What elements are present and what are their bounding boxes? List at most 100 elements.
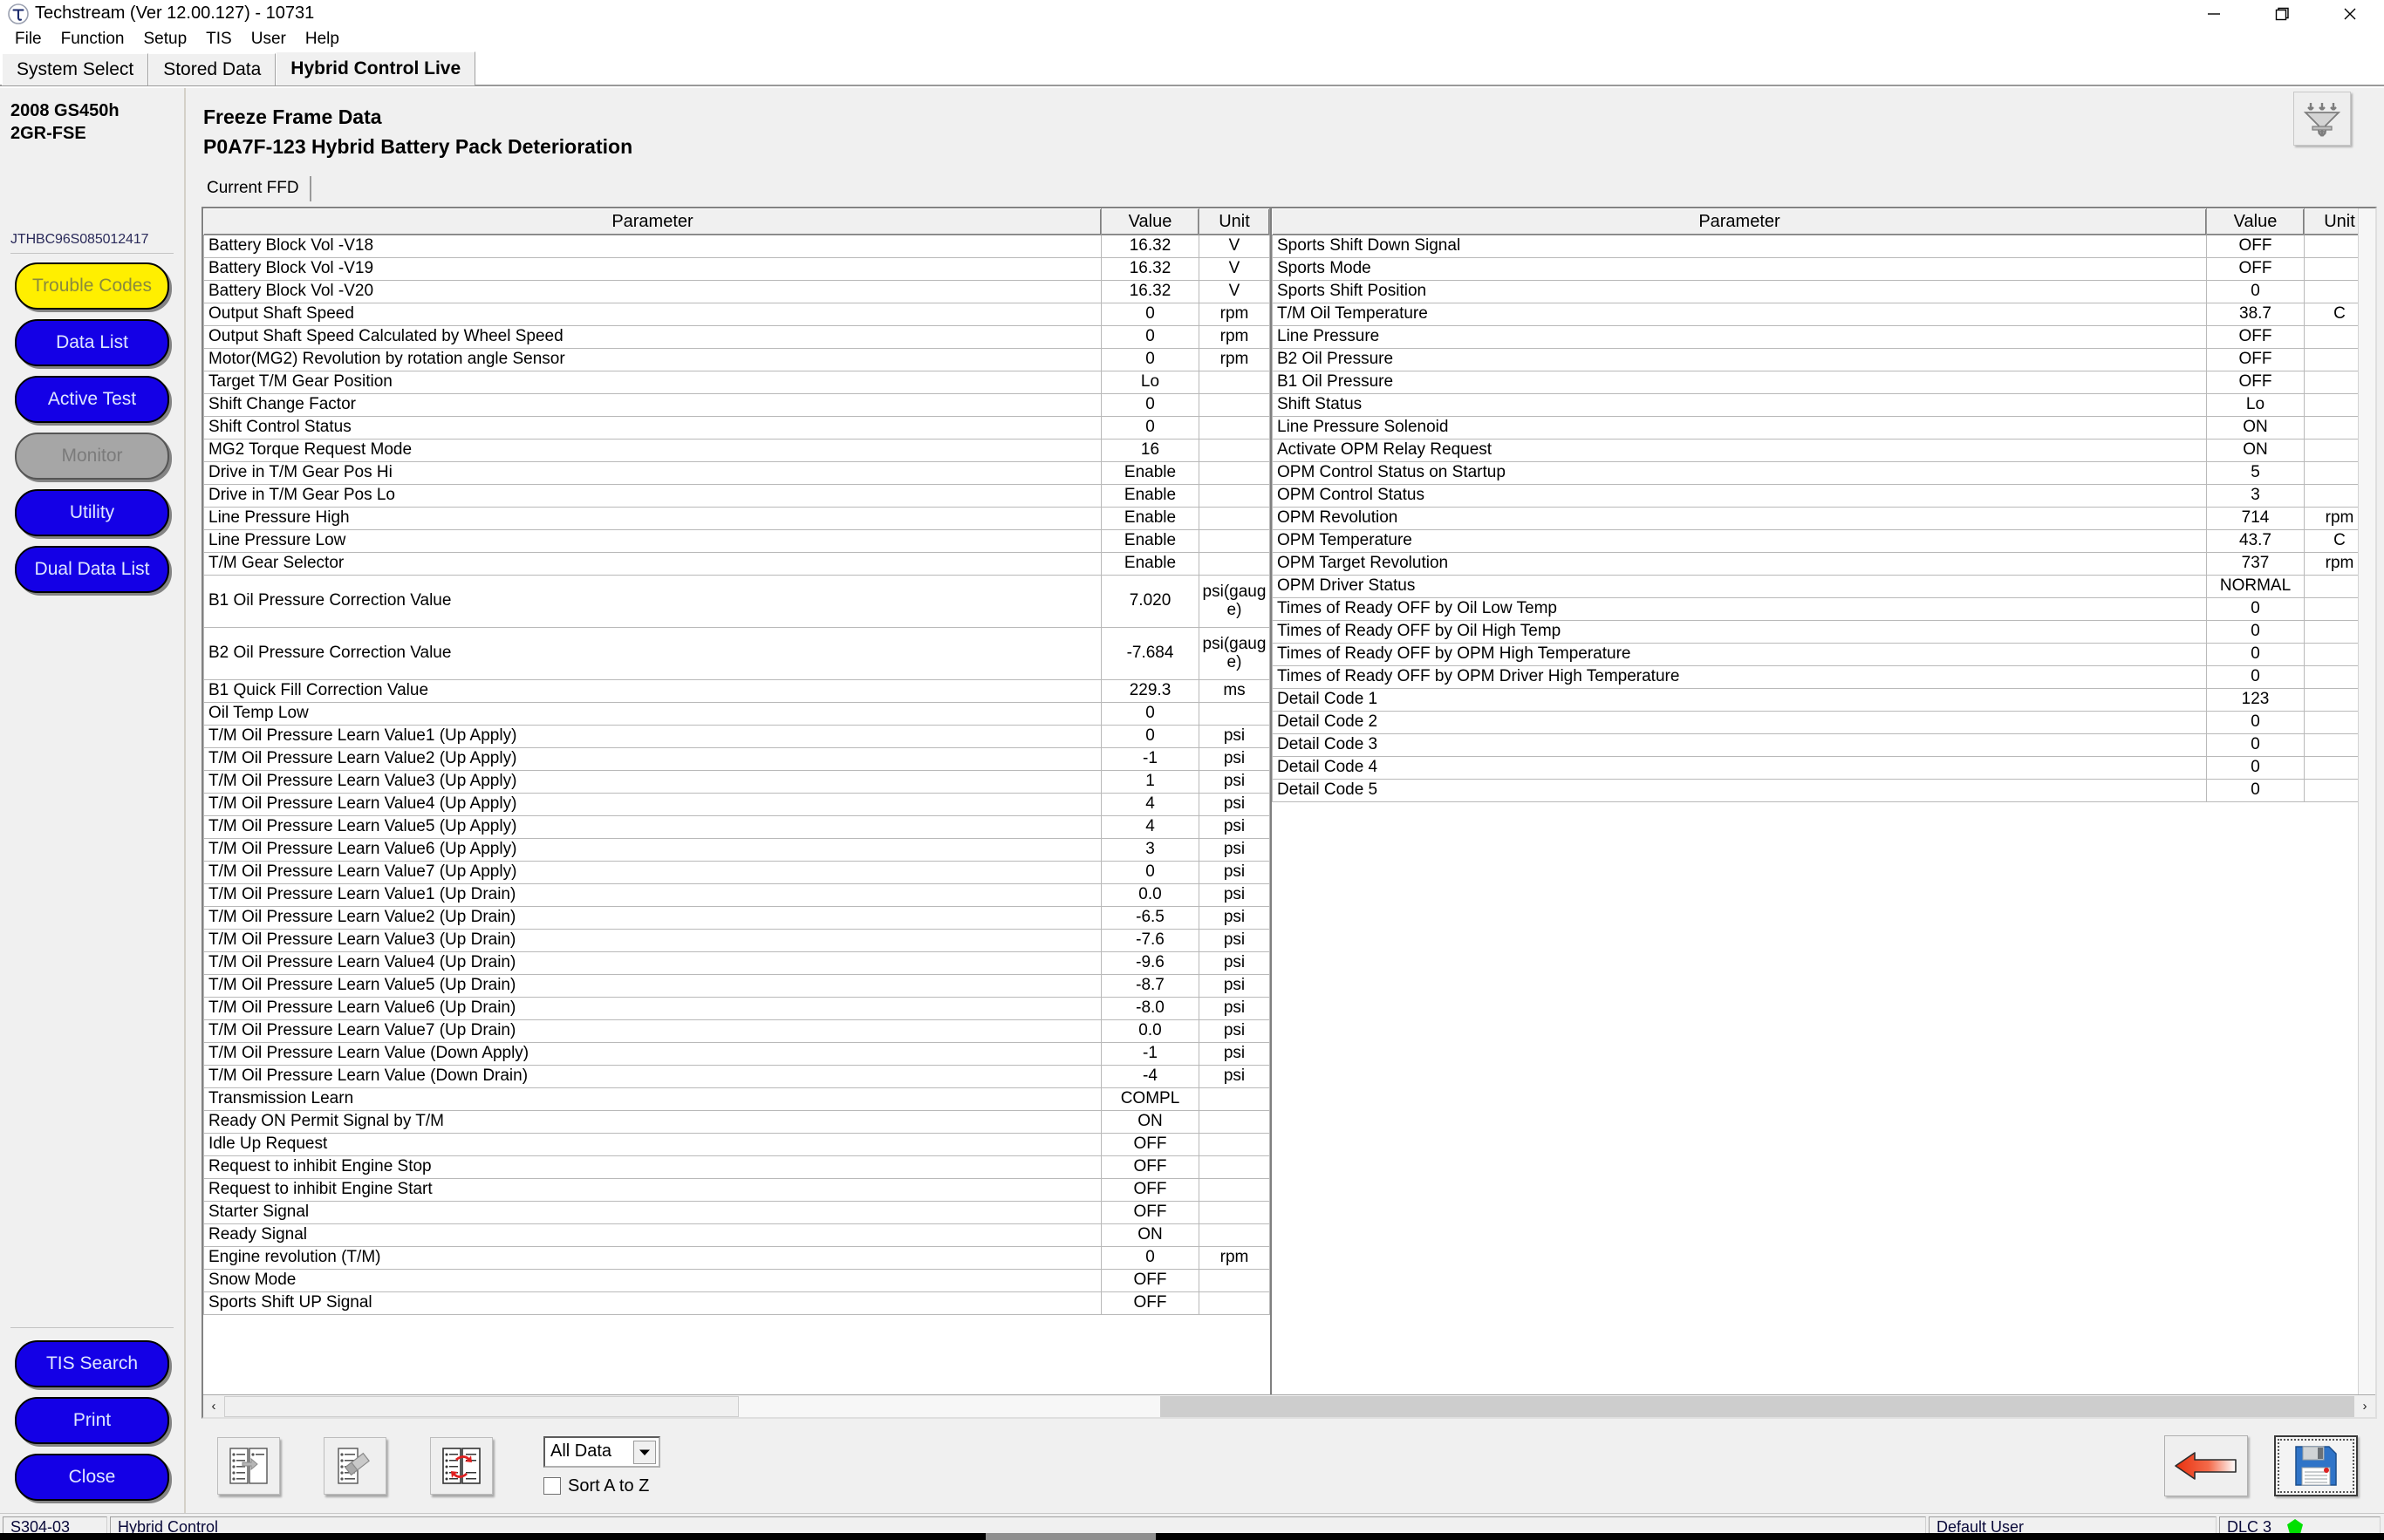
table-row[interactable]: T/M Oil Pressure Learn Value4 (Up Apply)… [203, 792, 1270, 816]
menu-user[interactable]: User [242, 28, 296, 51]
column-header-parameter[interactable]: Parameter [1272, 208, 2207, 235]
table-row[interactable]: OPM Control Status 3 [1272, 483, 2375, 508]
table-row[interactable]: Target T/M Gear Position Lo [203, 370, 1270, 394]
horizontal-scroll-track[interactable] [224, 1395, 1160, 1417]
table-row[interactable]: Battery Block Vol -V19 16.32 V [203, 256, 1270, 281]
table-row[interactable]: OPM Driver Status NORMAL [1272, 574, 2375, 598]
table-row[interactable]: B2 Oil Pressure OFF [1272, 347, 2375, 371]
table-row[interactable]: B1 Oil Pressure Correction Value 7.020 psi… [203, 574, 1270, 628]
table-row[interactable]: B1 Quick Fill Correction Value 229.3 ms [203, 678, 1270, 703]
table-row[interactable]: Detail Code 20 [1272, 710, 2375, 734]
table-row[interactable]: T/M Oil Pressure Learn Value4 (Up Drain)… [203, 951, 1270, 975]
table-row[interactable]: Sports Shift UP Signal OFF [203, 1291, 1270, 1315]
close-panel-button[interactable]: Close [15, 1454, 169, 1501]
table-row[interactable]: Detail Code 40 [1272, 755, 2375, 780]
table-row[interactable]: Sports Shift Down Signal OFF [1272, 234, 2375, 258]
print-button[interactable]: Print [15, 1397, 169, 1444]
floppy-save-icon[interactable] [2274, 1435, 2358, 1496]
sidebar-item-utility[interactable]: Utility [15, 489, 169, 537]
table-row[interactable]: T/M Oil Pressure Learn Value (Down Drain… [203, 1064, 1270, 1088]
table-row[interactable]: Times of Ready OFF by OPM High Temperatu… [1272, 642, 2375, 666]
table-row[interactable]: OPM Target Revolution 737 rpm [1272, 551, 2375, 576]
table-row[interactable]: Detail Code 30 [1272, 733, 2375, 757]
move-list-right-icon[interactable] [217, 1437, 280, 1495]
table-row[interactable]: Detail Code 50 [1272, 778, 2375, 802]
table-row[interactable]: T/M Oil Pressure Learn Value1 (Up Apply)… [203, 724, 1270, 748]
table-row[interactable]: T/M Oil Pressure Learn Value2 (Up Apply)… [203, 746, 1270, 771]
funnel-filter-icon[interactable] [2293, 92, 2351, 146]
table-row[interactable]: Engine revolution (T/M) 0 rpm [203, 1245, 1270, 1270]
table-row[interactable]: T/M Gear Selector Enable [203, 551, 1270, 576]
tab-system-select[interactable]: System Select [2, 53, 149, 85]
table-row[interactable]: OPM Revolution 714 rpm [1272, 506, 2375, 530]
table-row[interactable]: B2 Oil Pressure Correction Value -7.684 ps… [203, 626, 1270, 680]
menu-setup[interactable]: Setup [134, 28, 197, 51]
table-row[interactable]: Sports Shift Position 0 [1272, 279, 2375, 303]
column-header-unit[interactable]: Unit [1199, 208, 1270, 235]
table-row[interactable]: T/M Oil Pressure Learn Value5 (Up Drain)… [203, 973, 1270, 998]
horizontal-scrollbar[interactable]: ‹ › [203, 1394, 2375, 1417]
table-row[interactable]: Times of Ready OFF by Oil High Temp 0 [1272, 619, 2375, 644]
data-filter-select[interactable]: All Data [543, 1435, 660, 1468]
table-row[interactable]: Oil Temp Low 0 [203, 701, 1270, 726]
chevron-down-icon[interactable] [633, 1440, 656, 1464]
table-row[interactable]: T/M Oil Pressure Learn Value7 (Up Apply)… [203, 860, 1270, 884]
table-row[interactable]: T/M Oil Pressure Learn Value6 (Up Apply)… [203, 837, 1270, 862]
table-row[interactable]: Drive in T/M Gear Pos Hi Enable [203, 460, 1270, 485]
table-row[interactable]: Battery Block Vol -V20 16.32 V [203, 279, 1270, 303]
table-row[interactable]: OPM Temperature 43.7 C [1272, 528, 2375, 553]
table-row[interactable]: Output Shaft Speed 0 rpm [203, 302, 1270, 326]
table-row[interactable]: Shift Status Lo [1272, 392, 2375, 417]
tab-stored-data[interactable]: Stored Data [148, 53, 277, 85]
table-row[interactable]: Motor(MG2) Revolution by rotation angle … [203, 347, 1270, 371]
table-row[interactable]: T/M Oil Pressure Learn Value1 (Up Drain)… [203, 882, 1270, 907]
menu-function[interactable]: Function [51, 28, 134, 51]
table-row[interactable]: Shift Change Factor 0 [203, 392, 1270, 417]
table-row[interactable]: Output Shaft Speed Calculated by Wheel S… [203, 324, 1270, 349]
table-row[interactable]: Line Pressure Solenoid ON [1272, 415, 2375, 440]
table-row[interactable]: Request to inhibit Engine Start OFF [203, 1177, 1270, 1202]
erase-list-icon[interactable] [324, 1437, 386, 1495]
table-row[interactable]: T/M Oil Pressure Learn Value3 (Up Apply)… [203, 769, 1270, 794]
menu-tis[interactable]: TIS [196, 28, 242, 51]
table-row[interactable]: T/M Oil Pressure Learn Value7 (Up Drain)… [203, 1019, 1270, 1043]
table-row[interactable]: T/M Oil Pressure Learn Value5 (Up Apply)… [203, 814, 1270, 839]
sidebar-item-data-list[interactable]: Data List [15, 319, 169, 367]
table-row[interactable]: B1 Oil Pressure OFF [1272, 370, 2375, 394]
table-row[interactable]: Line Pressure OFF [1272, 324, 2375, 349]
table-row[interactable]: Activate OPM Relay Request ON [1272, 438, 2375, 462]
scroll-left-arrow-icon[interactable]: ‹ [203, 1395, 224, 1417]
table-row[interactable]: T/M Oil Pressure Learn Value2 (Up Drain)… [203, 905, 1270, 930]
table-row[interactable]: Ready ON Permit Signal by T/M ON [203, 1109, 1270, 1134]
sidebar-item-active-test[interactable]: Active Test [15, 376, 169, 424]
column-header-parameter[interactable]: Parameter [203, 208, 1102, 235]
minimize-button[interactable] [2180, 0, 2248, 27]
table-row[interactable]: MG2 Torque Request Mode 16 [203, 438, 1270, 462]
table-row[interactable]: Battery Block Vol -V18 16.32 V [203, 234, 1270, 258]
back-arrow-icon[interactable] [2164, 1435, 2248, 1496]
table-row[interactable]: OPM Control Status on Startup 5 [1272, 460, 2375, 485]
table-row[interactable]: T/M Oil Pressure Learn Value3 (Up Drain)… [203, 928, 1270, 952]
horizontal-scroll-thumb[interactable] [224, 1395, 739, 1417]
sort-a-to-z-row[interactable]: Sort A to Z [543, 1476, 660, 1496]
table-row[interactable]: Detail Code 1 123 [1272, 687, 2375, 712]
scroll-right-arrow-icon[interactable]: › [2354, 1395, 2375, 1417]
tab-hybrid-control-live[interactable]: Hybrid Control Live [276, 51, 476, 85]
sidebar-item-dual-data-list[interactable]: Dual Data List [15, 546, 169, 594]
table-row[interactable]: T/M Oil Temperature 38.7 C [1272, 302, 2375, 326]
close-button[interactable] [2316, 0, 2384, 27]
table-row[interactable]: Shift Control Status 0 [203, 415, 1270, 440]
table-row[interactable]: Times of Ready OFF by Oil Low Temp 0 [1272, 596, 2375, 621]
column-header-value[interactable]: Value [1101, 208, 1199, 235]
table-row[interactable]: Transmission Learn COMPL [203, 1087, 1270, 1111]
sort-a-to-z-checkbox[interactable] [543, 1477, 561, 1495]
vertical-scrollbar[interactable] [2358, 208, 2375, 1394]
table-row[interactable]: Idle Up Request OFF [203, 1132, 1270, 1156]
table-row[interactable]: Snow Mode OFF [203, 1268, 1270, 1292]
table-row[interactable]: T/M Oil Pressure Learn Value (Down Apply… [203, 1041, 1270, 1066]
table-row[interactable]: Sports Mode OFF [1272, 256, 2375, 281]
sidebar-item-trouble-codes[interactable]: Trouble Codes [15, 262, 169, 310]
column-header-value[interactable]: Value [2206, 208, 2305, 235]
table-row[interactable]: T/M Oil Pressure Learn Value6 (Up Drain)… [203, 996, 1270, 1020]
tis-search-button[interactable]: TIS Search [15, 1340, 169, 1387]
